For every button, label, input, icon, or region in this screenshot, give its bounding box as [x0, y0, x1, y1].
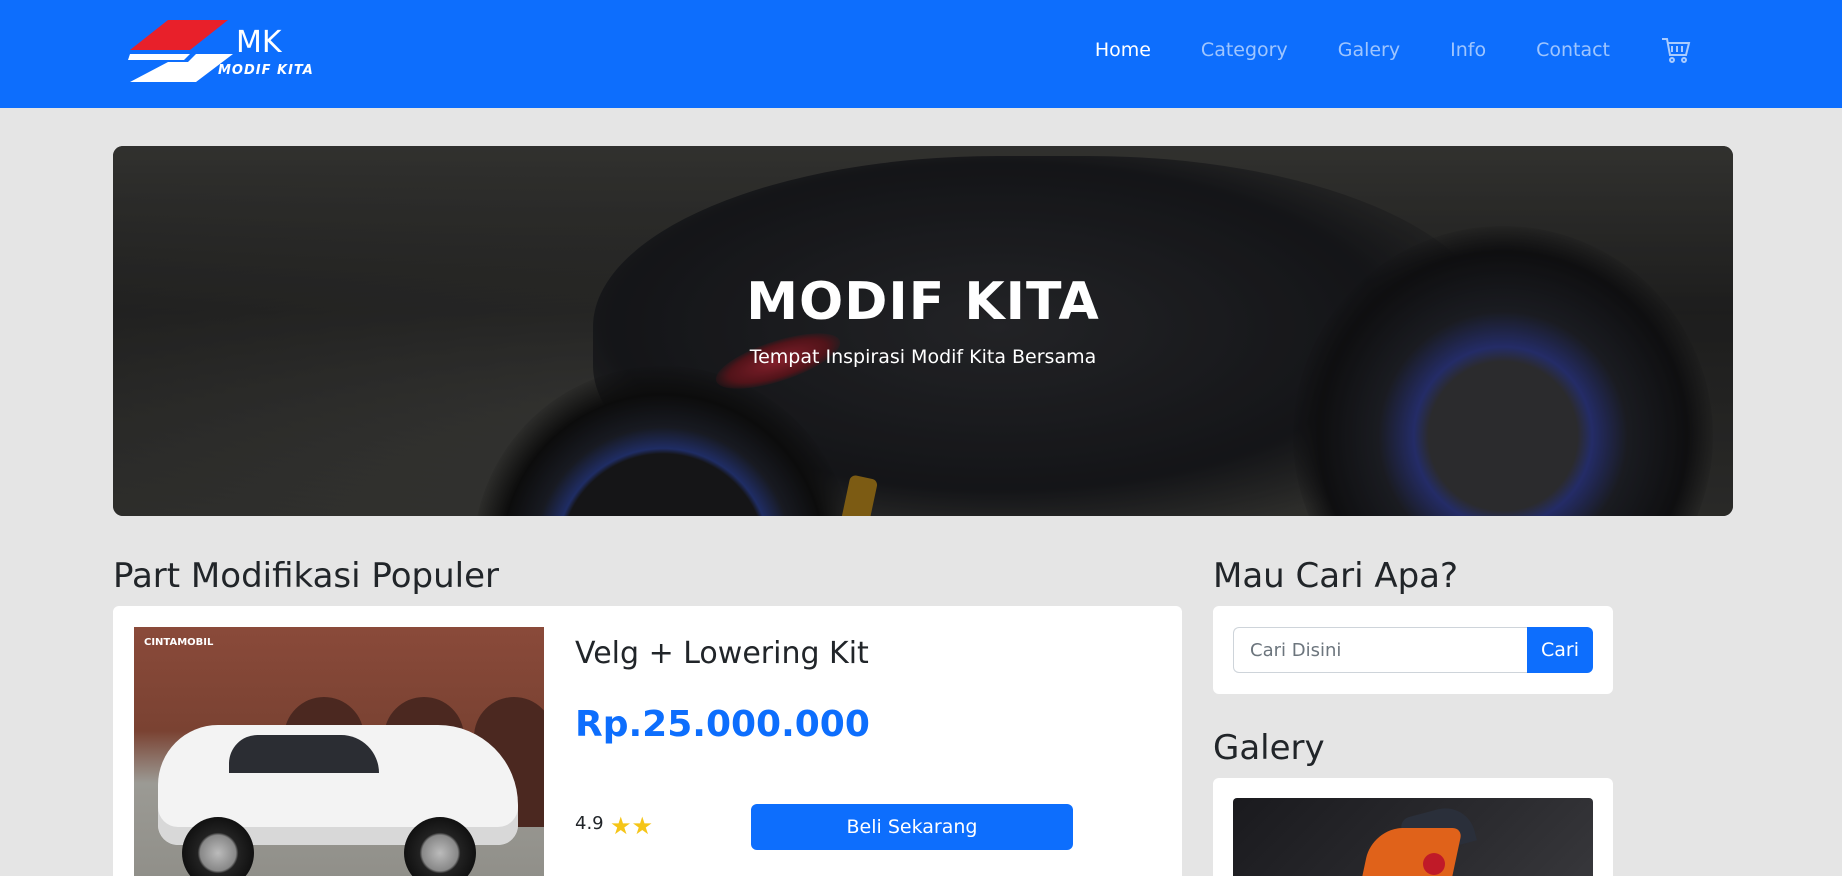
product-name: Velg + Lowering Kit — [575, 636, 869, 671]
brand-logo[interactable]: MK MODIF KITA — [128, 18, 328, 86]
scooter-detail — [1423, 853, 1445, 875]
nav-info[interactable]: Info — [1450, 39, 1486, 61]
search-heading: Mau Cari Apa? — [1213, 556, 1459, 596]
hero-subtitle: Tempat Inspirasi Modif Kita Bersama — [749, 346, 1097, 368]
logo-white-stripe-top — [128, 54, 190, 60]
scooter-body — [1353, 828, 1463, 876]
galery-image[interactable] — [1233, 798, 1593, 876]
nav-home[interactable]: Home — [1095, 39, 1151, 61]
star-icon: ★★ — [610, 812, 654, 840]
logo-red-stripe — [130, 20, 228, 50]
cart-icon[interactable] — [1660, 34, 1692, 66]
product-rating: 4.9 — [575, 813, 604, 834]
product-card: CINTAMOBIL Velg + Lowering Kit Rp.25.000… — [113, 606, 1182, 876]
nav-category[interactable]: Category — [1201, 39, 1288, 61]
image-watermark: CINTAMOBIL — [144, 637, 214, 648]
car-window — [229, 735, 379, 773]
galery-heading: Galery — [1213, 728, 1325, 768]
nav-links: Home Category Galery Info Contact — [1045, 0, 1692, 100]
buy-now-button[interactable]: Beli Sekarang — [751, 804, 1073, 850]
logo-mk-text: MK — [236, 25, 283, 60]
hero-banner: MODIF KITA Tempat Inspirasi Modif Kita B… — [113, 146, 1733, 516]
popular-heading: Part Modifikasi Populer — [113, 556, 499, 596]
nav-galery[interactable]: Galery — [1338, 39, 1400, 61]
search-card: Cari — [1213, 606, 1613, 694]
product-image[interactable]: CINTAMOBIL — [134, 627, 544, 876]
product-price: Rp.25.000.000 — [575, 704, 870, 745]
logo-subtext: MODIF KITA — [218, 63, 314, 78]
galery-card — [1213, 778, 1613, 876]
nav-contact[interactable]: Contact — [1536, 39, 1610, 61]
navbar: MK MODIF KITA Home Category Galery Info … — [0, 0, 1842, 108]
search-input[interactable] — [1233, 627, 1528, 673]
hero-title: MODIF KITA — [746, 272, 1100, 332]
search-button[interactable]: Cari — [1527, 627, 1593, 673]
